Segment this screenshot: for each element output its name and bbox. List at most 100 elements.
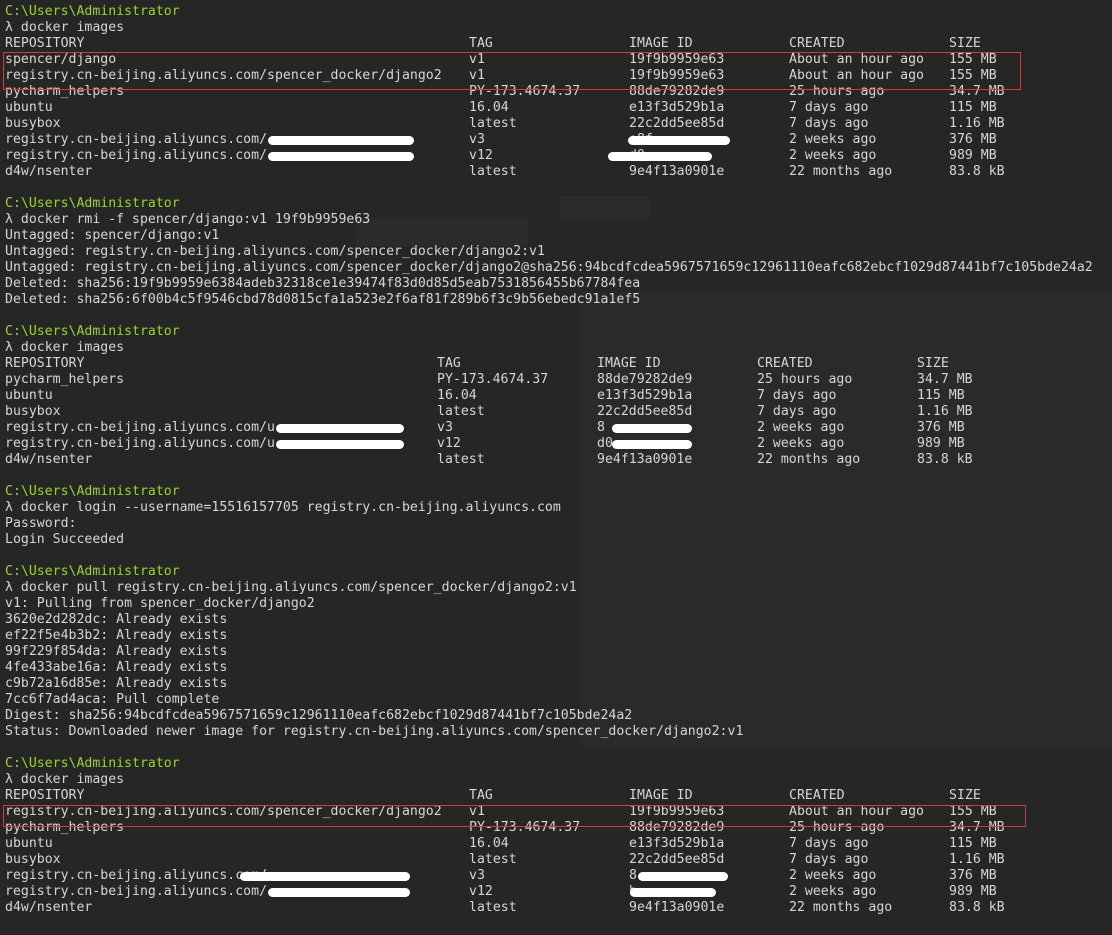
redaction-mark <box>638 872 728 881</box>
table-cell: 989 MB <box>917 436 965 451</box>
table-cell: 22c2dd5ee85d <box>629 116 725 131</box>
redaction-mark <box>630 888 716 897</box>
redaction-mark <box>628 136 730 145</box>
table-cell: registry.cn-beijing.aliyuncs.com/ <box>5 132 268 147</box>
prompt-path: C:\Users\Administrator <box>5 4 180 19</box>
terminal-window[interactable]: C:\Users\Administrator λ docker images REP… <box>0 0 1112 935</box>
table-cell: ubuntu <box>5 100 53 115</box>
table-cell: 115 MB <box>917 388 965 403</box>
table-header-image-id: IMAGE ID <box>597 356 661 371</box>
output-line: 3620e2d282dc: Already exists <box>5 612 228 627</box>
table-header-image-id: IMAGE ID <box>629 36 693 51</box>
table-cell: d4w/nsenter <box>5 452 93 467</box>
table-cell: 7 days ago <box>789 100 869 115</box>
redaction-mark <box>276 424 404 433</box>
table-cell: 7 days ago <box>789 116 869 131</box>
table-cell: 2 weeks ago <box>789 148 877 163</box>
table-cell: 16.04 <box>469 100 509 115</box>
command-line: λ docker pull registry.cn-beijing.aliyun… <box>5 580 577 595</box>
table-cell: PY-173.4674.37 <box>437 372 549 387</box>
table-header-tag: TAG <box>469 788 493 803</box>
table-cell: 115 MB <box>949 100 997 115</box>
table-cell: 22 months ago <box>789 164 893 179</box>
table-cell: latest <box>469 900 517 915</box>
table-cell: v3 <box>437 420 453 435</box>
table-header-created: CREATED <box>789 36 845 51</box>
table-cell: 1.16 MB <box>917 404 973 419</box>
prompt-path: C:\Users\Administrator <box>5 484 180 499</box>
table-cell: 989 MB <box>949 884 997 899</box>
table-cell: 9e4f13a0901e <box>629 164 725 179</box>
table-cell: pycharm_helpers <box>5 372 125 387</box>
table-cell: ubuntu <box>5 836 53 851</box>
table-cell: 2 weeks ago <box>757 420 845 435</box>
table-cell: 22 months ago <box>757 452 861 467</box>
table-cell: latest <box>437 404 485 419</box>
output-line: 99f229f854da: Already exists <box>5 644 228 659</box>
table-cell: 115 MB <box>949 836 997 851</box>
command-line: λ docker images <box>5 772 125 787</box>
table-cell: busybox <box>5 852 61 867</box>
table-cell: 1.16 MB <box>949 852 1005 867</box>
output-line: 4fe433abe16a: Already exists <box>5 660 228 675</box>
table-cell: 8 <box>629 868 637 883</box>
output-line: Untagged: spencer/django:v1 <box>5 228 220 243</box>
table-cell: 16.04 <box>437 388 477 403</box>
background-ghost-window <box>356 218 528 246</box>
table-cell: registry.cn-beijing.aliyuncs.com/ <box>5 884 268 899</box>
table-cell: 7 days ago <box>757 388 837 403</box>
table-cell: 22c2dd5ee85d <box>597 404 693 419</box>
table-cell: latest <box>469 116 517 131</box>
table-cell: d0 <box>597 436 613 451</box>
output-line: Login Succeeded <box>5 532 125 547</box>
prompt-path: C:\Users\Administrator <box>5 196 180 211</box>
table-cell: 9e4f13a0901e <box>629 900 725 915</box>
table-cell: 989 MB <box>949 148 997 163</box>
table-cell: 2 weeks ago <box>789 132 877 147</box>
table-header-created: CREATED <box>789 788 845 803</box>
table-cell: ubuntu <box>5 388 53 403</box>
table-cell: 16.04 <box>469 836 509 851</box>
table-cell: 83.8 kB <box>949 900 1005 915</box>
table-header-tag: TAG <box>437 356 461 371</box>
output-line: Status: Downloaded newer image for regis… <box>5 724 744 739</box>
output-line: 7cc6f7ad4aca: Pull complete <box>5 692 220 707</box>
table-cell: v12 <box>469 884 493 899</box>
redaction-mark <box>268 152 414 161</box>
table-cell: 2 weeks ago <box>789 884 877 899</box>
redaction-mark <box>268 888 410 897</box>
table-cell: d4w/nsenter <box>5 900 93 915</box>
table-cell: latest <box>469 164 517 179</box>
table-cell: 1.16 MB <box>949 116 1005 131</box>
table-cell: v12 <box>469 148 493 163</box>
command-line: λ docker images <box>5 20 125 35</box>
output-line: Digest: sha256:94bcdfcdea5967571659c1296… <box>5 708 633 723</box>
table-cell: latest <box>469 852 517 867</box>
table-cell: 7 days ago <box>757 404 837 419</box>
table-cell: e13f3d529b1a <box>629 100 725 115</box>
prompt-path: C:\Users\Administrator <box>5 324 180 339</box>
redaction-mark <box>612 424 692 433</box>
command-line: λ docker images <box>5 340 125 355</box>
redaction-mark <box>240 872 410 881</box>
table-cell: e13f3d529b1a <box>597 388 693 403</box>
table-header-repository: REPOSITORY <box>5 788 85 803</box>
prompt-path: C:\Users\Administrator <box>5 564 180 579</box>
output-line: Deleted: sha256:19f9b9959e6384adeb32318c… <box>5 276 641 291</box>
table-cell: v3 <box>469 868 485 883</box>
table-cell: d4w/nsenter <box>5 164 93 179</box>
table-cell: v3 <box>469 132 485 147</box>
table-cell: 2 weeks ago <box>757 436 845 451</box>
redaction-mark <box>608 152 712 161</box>
table-cell: 9e4f13a0901e <box>597 452 693 467</box>
output-line: Deleted: sha256:6f00b4c5f9546cbd78d0815c… <box>5 292 641 307</box>
table-cell: 88de79282de9 <box>597 372 693 387</box>
output-line: c9b72a16d85e: Already exists <box>5 676 228 691</box>
table-cell: registry.cn-beijing.aliyuncs.com/u <box>5 436 275 451</box>
table-cell: 22c2dd5ee85d <box>629 852 725 867</box>
table-header-size: SIZE <box>917 356 949 371</box>
redaction-mark <box>612 440 692 449</box>
table-cell: 2 weeks ago <box>789 868 877 883</box>
command-line: λ docker rmi -f spencer/django:v1 19f9b9… <box>5 212 371 227</box>
table-header-tag: TAG <box>469 36 493 51</box>
